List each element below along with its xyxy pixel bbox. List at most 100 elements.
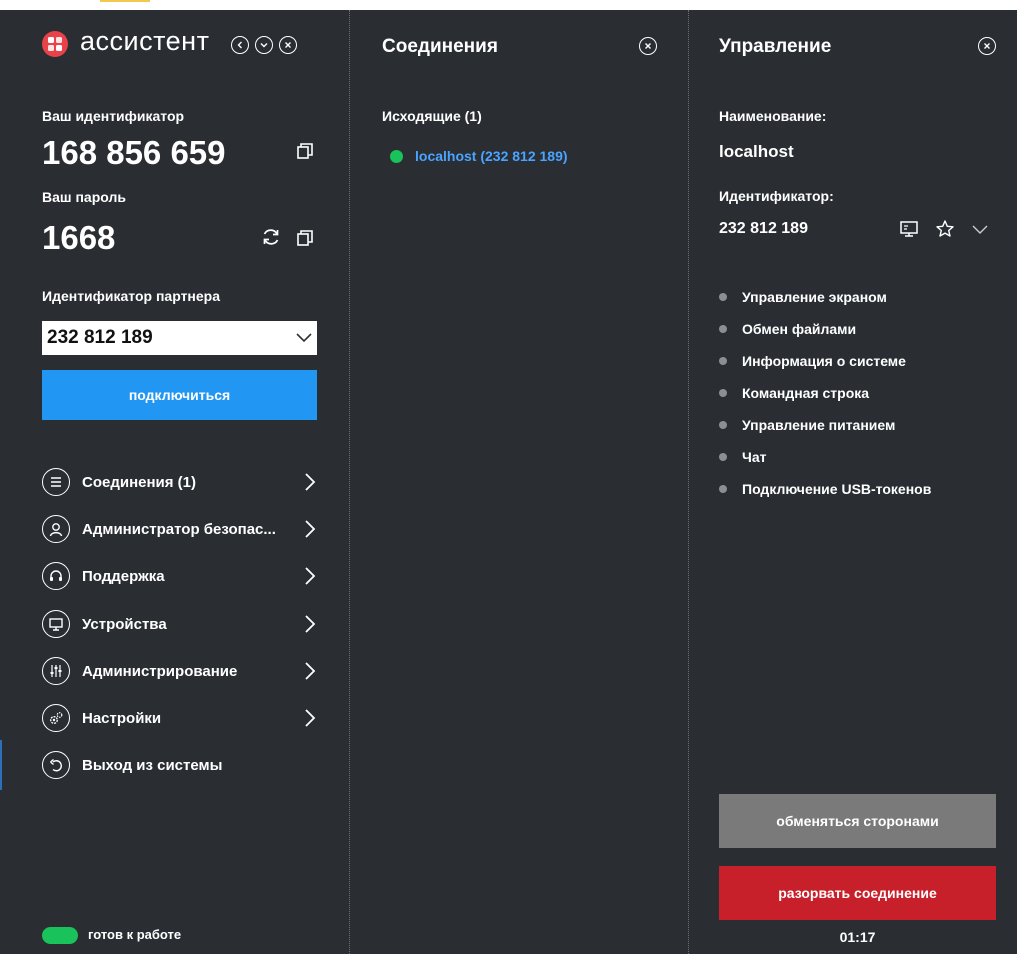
- partner-id-label: Идентификатор партнера: [42, 288, 221, 304]
- feature-item[interactable]: Командная строка: [719, 385, 869, 401]
- gears-icon: [42, 704, 70, 732]
- feature-label: Подключение USB-токенов: [742, 481, 932, 497]
- nav-administration-label: Администрирование: [82, 662, 238, 680]
- feature-item[interactable]: Обмен файлами: [719, 321, 856, 337]
- app-name: ассистент: [80, 26, 210, 56]
- copy-id-button[interactable]: [295, 141, 315, 161]
- chevron-right-icon: [305, 662, 316, 680]
- back-icon: [237, 41, 242, 49]
- nav-support-label: Поддержка: [82, 567, 165, 585]
- feature-bullet: [719, 357, 727, 365]
- session-timer: 01:17: [839, 929, 876, 945]
- connect-button[interactable]: подключиться: [42, 370, 317, 420]
- chevron-right-icon: [305, 567, 316, 585]
- logo-icon: [42, 31, 68, 57]
- app-logo: [42, 31, 68, 57]
- feature-item[interactable]: Управление питанием: [719, 417, 895, 433]
- nav-connections-label: Соединения (1): [82, 473, 197, 491]
- feature-bullet: [719, 453, 727, 461]
- chevron-right-icon: [305, 615, 316, 633]
- nav-devices[interactable]: Устройства: [42, 608, 322, 640]
- feature-bullet: [719, 485, 727, 493]
- headset-icon: [42, 562, 70, 590]
- connection-link[interactable]: localhost (232 812 189): [415, 148, 568, 164]
- connections-title: Соединения: [382, 36, 498, 57]
- partner-id-combobox[interactable]: 232 812 189: [42, 321, 317, 355]
- close-icon: [984, 43, 990, 49]
- chevron-down-icon[interactable]: [296, 333, 312, 343]
- expand-button[interactable]: [971, 222, 989, 236]
- refresh-icon: [263, 229, 279, 245]
- copy-icon: [297, 143, 313, 159]
- top-accent-mark: [100, 0, 150, 2]
- chevron-right-icon: [305, 709, 316, 727]
- nav-logout-label: Выход из системы: [82, 756, 223, 774]
- minimize-icon: [260, 43, 268, 48]
- feature-bullet: [719, 389, 727, 397]
- feature-label: Управление экраном: [742, 289, 887, 305]
- copy-password-button[interactable]: [295, 228, 315, 248]
- nav-security-admin-label: Администратор безопас...: [82, 520, 276, 538]
- copy-icon: [297, 230, 313, 246]
- chevron-down-icon: [972, 225, 988, 234]
- connection-status-dot: [390, 149, 403, 163]
- connections-panel: Соединения Исходящие (1) localhost (232 …: [350, 10, 687, 954]
- monitor-icon: [42, 610, 70, 638]
- feature-item[interactable]: Управление экраном: [719, 289, 887, 305]
- feature-item[interactable]: Подключение USB-токенов: [719, 481, 931, 497]
- close-control-button[interactable]: [978, 37, 996, 55]
- disconnect-button[interactable]: разорвать соединение: [719, 866, 996, 920]
- outgoing-header: Исходящие (1): [382, 108, 482, 124]
- id-label: Ваш идентификатор: [42, 108, 185, 124]
- nav-settings-label: Настройки: [82, 709, 162, 727]
- nav-security-admin[interactable]: Администратор безопас...: [42, 513, 322, 545]
- name-value: localhost: [719, 142, 794, 161]
- control-title: Управление: [719, 36, 832, 57]
- password-label: Ваш пароль: [42, 189, 126, 205]
- feature-label: Информация о системе: [742, 353, 906, 369]
- user-icon: [42, 515, 70, 543]
- close-connections-button[interactable]: [639, 37, 657, 55]
- left-panel: ассистент Ваш идентификатор 168 856 659 …: [0, 10, 348, 954]
- remote-id-label: Идентификатор:: [719, 188, 834, 204]
- feature-label: Управление питанием: [742, 417, 896, 433]
- nav-connections[interactable]: Соединения (1): [42, 466, 322, 498]
- remote-id-value: 232 812 189: [719, 220, 808, 237]
- logout-icon: [42, 751, 70, 779]
- feature-label: Обмен файлами: [742, 321, 857, 337]
- refresh-password-button[interactable]: [260, 226, 282, 248]
- id-value: 168 856 659: [42, 134, 226, 171]
- nav-administration[interactable]: Администрирование: [42, 655, 322, 687]
- favorite-button[interactable]: [935, 219, 955, 239]
- partner-id-input[interactable]: 232 812 189: [47, 327, 153, 349]
- star-icon: [936, 220, 954, 237]
- nav-settings[interactable]: Настройки: [42, 702, 322, 734]
- connection-item[interactable]: localhost (232 812 189): [390, 148, 568, 164]
- nav-support[interactable]: Поддержка: [42, 560, 322, 592]
- minimize-button[interactable]: [255, 36, 273, 54]
- status-indicator: [42, 927, 78, 944]
- close-icon: [645, 43, 651, 49]
- control-panel: Управление Наименование: localhost Идент…: [689, 10, 1017, 954]
- password-value: 1668: [42, 219, 116, 256]
- window-top-border: [0, 0, 1017, 10]
- monitor-icon: [900, 221, 918, 237]
- nav-devices-label: Устройства: [82, 615, 167, 633]
- swap-sides-button[interactable]: обменяться сторонами: [719, 794, 996, 848]
- chevron-right-icon: [305, 520, 316, 538]
- list-icon: [42, 468, 70, 496]
- feature-bullet: [719, 293, 727, 301]
- back-button[interactable]: [231, 36, 249, 54]
- feature-bullet: [719, 325, 727, 333]
- feature-label: Командная строка: [742, 385, 870, 401]
- close-icon: [285, 42, 291, 48]
- feature-item[interactable]: Информация о системе: [719, 353, 906, 369]
- status-text: готов к работе: [88, 927, 182, 942]
- remote-screen-button[interactable]: [899, 219, 919, 239]
- nav-logout[interactable]: Выход из системы: [42, 749, 322, 781]
- name-label: Наименование:: [719, 108, 827, 124]
- feature-item[interactable]: Чат: [719, 449, 766, 465]
- feature-label: Чат: [742, 449, 767, 465]
- sliders-icon: [42, 657, 70, 685]
- close-button[interactable]: [279, 36, 297, 54]
